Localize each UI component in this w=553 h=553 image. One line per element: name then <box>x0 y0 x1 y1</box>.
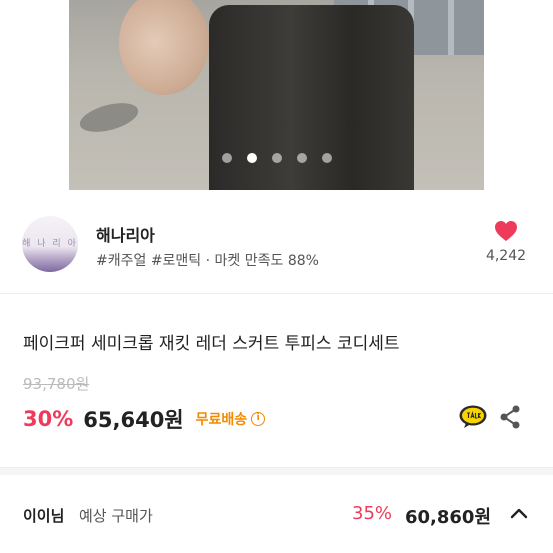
expected-price-label: 예상 구매가 <box>79 507 153 525</box>
original-price: 93,780원 <box>23 375 90 393</box>
shop-info: 해 나 리 아 해나리아 #캐주얼 #로맨틱 · 마켓 만족도 88% 4,24… <box>0 208 553 284</box>
heart-icon <box>495 221 517 241</box>
member-expected-price: 60,860원 <box>405 507 492 528</box>
info-icon[interactable]: i <box>251 412 266 426</box>
carousel-dot[interactable] <box>296 153 307 163</box>
section-divider <box>0 467 553 475</box>
share-icon <box>500 405 520 429</box>
divider <box>0 293 553 294</box>
photo-wall-stripe <box>448 0 454 55</box>
member-discount-rate: 35% <box>352 503 393 524</box>
price-row: 30% 65,640원 무료배송 i <box>23 404 266 434</box>
kakaotalk-icon <box>459 405 487 428</box>
like-button[interactable]: 4,242 <box>481 220 531 264</box>
member-expected-price-row[interactable]: 이이님 예상 구매가 35% 60,860원 <box>0 487 553 543</box>
carousel-dots <box>0 153 553 163</box>
shop-avatar[interactable]: 해 나 리 아 <box>22 216 78 272</box>
product-title: 페이크퍼 세미크롭 재킷 레더 스커트 투피스 코디세트 <box>23 334 400 354</box>
shop-avatar-text: 해 나 리 아 <box>22 239 78 249</box>
chevron-up-icon[interactable] <box>509 506 529 520</box>
shop-name[interactable]: 해나리아 <box>96 222 155 246</box>
kakaotalk-button[interactable] <box>459 405 487 429</box>
shop-tags-satisfaction: #캐주얼 #로맨틱 · 마켓 만족도 88% <box>96 253 319 269</box>
carousel-dot[interactable] <box>321 153 332 163</box>
discount-rate: 30% <box>23 407 74 431</box>
free-shipping-label[interactable]: 무료배송 <box>196 409 248 429</box>
like-count: 4,242 <box>485 248 527 264</box>
sale-price: 65,640원 <box>83 408 184 432</box>
member-name: 이이님 <box>23 507 65 525</box>
photo-floor-shadow <box>76 97 142 138</box>
carousel-dot-active[interactable] <box>246 153 257 163</box>
product-image-carousel[interactable] <box>0 0 553 192</box>
carousel-dot[interactable] <box>271 153 282 163</box>
carousel-dot[interactable] <box>221 153 232 163</box>
share-button[interactable] <box>498 404 522 430</box>
photo-fur-sleeve <box>119 0 209 95</box>
